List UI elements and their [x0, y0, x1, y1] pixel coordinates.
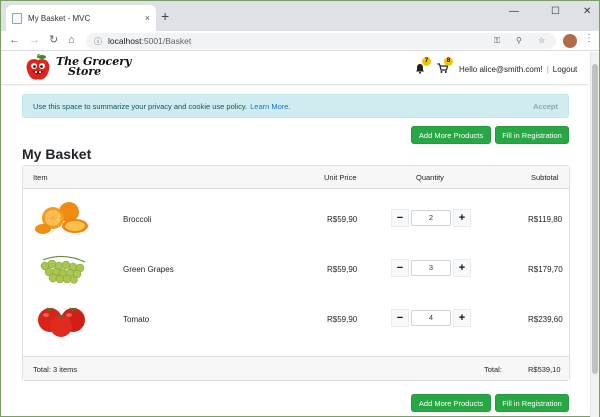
- cart-link[interactable]: 8: [437, 57, 453, 75]
- browser-toolbar: ← → ↻ ⌂ ⓘ localhost:5001/Basket ⚿ ⚲ ☆ ⋮: [1, 31, 599, 51]
- total-items: Total: 3 items: [33, 365, 78, 374]
- tab-strip: My Basket - MVC × + — ☐ ✕: [1, 1, 599, 31]
- site-info-icon[interactable]: ⓘ: [94, 36, 102, 47]
- table-header: Item Unit Price Quantity Subtotal: [23, 166, 569, 189]
- header-quantity: Quantity: [416, 173, 444, 182]
- decrease-button[interactable]: −: [391, 209, 409, 227]
- quantity-input[interactable]: 3: [411, 260, 451, 276]
- site-navbar: The Grocery Store 7 8 Hello alice@smith.…: [1, 52, 589, 85]
- item-unit-price: R$59,90: [327, 215, 358, 224]
- grapes-image: [40, 255, 86, 284]
- increase-button[interactable]: +: [453, 259, 471, 277]
- tomatoes-image: [38, 307, 85, 337]
- tab-title: My Basket - MVC: [28, 13, 91, 23]
- browser-window: My Basket - MVC × + — ☐ ✕ ← → ↻ ⌂ ⓘ loca…: [0, 0, 600, 417]
- maximize-icon[interactable]: ☐: [551, 6, 560, 17]
- logo-line-2: Store: [68, 65, 102, 78]
- item-unit-price: R$59,90: [327, 265, 358, 274]
- notifications-badge: 7: [422, 57, 431, 66]
- new-tab-button[interactable]: +: [161, 9, 169, 23]
- decrease-button[interactable]: −: [391, 259, 409, 277]
- total-label: Total:: [484, 365, 502, 374]
- user-greeting[interactable]: Hello alice@smith.com!: [459, 65, 543, 74]
- quantity-input[interactable]: 4: [411, 310, 451, 326]
- page-title: My Basket: [22, 146, 92, 162]
- cookie-message: Use this space to summarize your privacy…: [33, 101, 248, 111]
- quantity-stepper: − 3 +: [391, 259, 471, 277]
- window-close-icon[interactable]: ✕: [583, 6, 591, 17]
- header-item: Item: [33, 173, 48, 182]
- increase-button[interactable]: +: [453, 309, 471, 327]
- quantity-input[interactable]: 2: [411, 210, 451, 226]
- navbar-right: 7 8 Hello alice@smith.com! | Logout: [415, 57, 577, 75]
- bookmark-star-icon[interactable]: ☆: [538, 36, 545, 45]
- nav-separator: |: [546, 64, 549, 74]
- table-row: Tomato R$59,90 − 4 + R$239,60: [23, 293, 569, 343]
- item-unit-price: R$59,90: [327, 315, 358, 324]
- forward-icon[interactable]: →: [29, 33, 40, 47]
- item-subtotal: R$119,80: [528, 215, 563, 224]
- add-more-products-button-top[interactable]: Add More Products: [411, 126, 491, 144]
- basket-table: Item Unit Price Quantity Subtotal Brocco…: [22, 165, 570, 381]
- logout-link[interactable]: Logout: [553, 65, 577, 74]
- table-row: Green Grapes R$59,90 − 3 + R$179,70: [23, 243, 569, 293]
- home-icon[interactable]: ⌂: [68, 33, 75, 47]
- quantity-stepper: − 2 +: [391, 209, 471, 227]
- table-row: Broccoli R$59,90 − 2 + R$119,80: [23, 193, 569, 243]
- item-subtotal: R$179,70: [528, 265, 563, 274]
- accept-cookie-button[interactable]: Accept: [533, 102, 558, 111]
- site-logo-text[interactable]: The Grocery Store: [56, 56, 131, 78]
- notifications-link[interactable]: 7: [415, 57, 431, 75]
- scrollbar-thumb[interactable]: [592, 64, 598, 374]
- close-tab-icon[interactable]: ×: [145, 13, 150, 23]
- apple-logo-icon[interactable]: [25, 54, 51, 81]
- header-subtotal: Subtotal: [531, 173, 559, 182]
- minimize-icon[interactable]: —: [509, 6, 519, 17]
- browser-menu-icon[interactable]: ⋮: [584, 33, 594, 44]
- total-value: R$539,10: [528, 365, 561, 374]
- cookie-consent-banner: Use this space to summarize your privacy…: [22, 94, 569, 118]
- page-icon: [12, 12, 22, 24]
- learn-more-link[interactable]: Learn More.: [250, 102, 290, 111]
- page-viewport: The Grocery Store 7 8 Hello alice@smith.…: [1, 52, 599, 417]
- add-more-products-button-bottom[interactable]: Add More Products: [411, 394, 491, 412]
- oranges-image: [35, 202, 88, 234]
- increase-button[interactable]: +: [453, 209, 471, 227]
- item-name[interactable]: Green Grapes: [123, 265, 174, 274]
- address-bar[interactable]: ⓘ localhost:5001/Basket ⚿ ⚲ ☆: [86, 33, 556, 49]
- fill-registration-button-top[interactable]: Fill in Registration: [495, 126, 569, 144]
- key-icon[interactable]: ⚿: [494, 36, 500, 46]
- fill-registration-button-bottom[interactable]: Fill in Registration: [495, 394, 569, 412]
- decrease-button[interactable]: −: [391, 309, 409, 327]
- zoom-icon[interactable]: ⚲: [516, 36, 522, 45]
- page-scrollbar[interactable]: [590, 52, 599, 417]
- browser-tab[interactable]: My Basket - MVC ×: [6, 5, 156, 31]
- profile-avatar[interactable]: [563, 34, 577, 48]
- url-text: localhost:5001/Basket: [108, 36, 192, 46]
- cart-badge: 8: [444, 57, 453, 66]
- back-icon[interactable]: ←: [9, 33, 20, 47]
- item-name[interactable]: Broccoli: [123, 215, 151, 224]
- quantity-stepper: − 4 +: [391, 309, 471, 327]
- table-footer: Total: 3 items Total: R$539,10: [23, 356, 569, 380]
- header-unit-price: Unit Price: [324, 173, 357, 182]
- item-name[interactable]: Tomato: [123, 315, 149, 324]
- reload-icon[interactable]: ↻: [49, 33, 58, 47]
- item-subtotal: R$239,60: [528, 315, 563, 324]
